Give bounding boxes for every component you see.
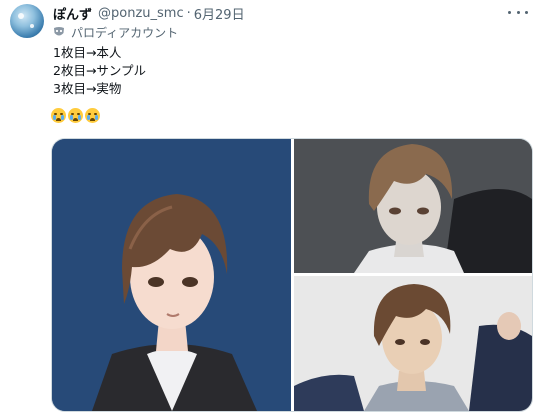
timestamp[interactable]: 6月29日 <box>194 4 245 23</box>
more-options-icon[interactable] <box>508 4 528 20</box>
emoji-row <box>51 108 100 123</box>
illustration-image[interactable] <box>52 139 291 411</box>
loudly-crying-face-icon <box>51 108 66 123</box>
display-name[interactable]: ぽんず <box>53 4 92 23</box>
separator: · <box>186 5 191 21</box>
media-grid <box>51 138 533 412</box>
tweet-line: 1枚目→本人 <box>53 45 122 60</box>
avatar[interactable] <box>10 4 44 38</box>
tweet-line: 3枚目→実物 <box>53 81 122 96</box>
parody-label-text: パロディアカウント <box>71 25 179 40</box>
avatar-highlight <box>18 13 24 19</box>
tweet-text: 1枚目→本人 2枚目→サンプル 3枚目→実物 <box>53 44 146 98</box>
handle[interactable]: @ponzu_smc <box>98 6 184 21</box>
parody-account-label: パロディアカウント <box>53 23 178 41</box>
sample-figure-image[interactable] <box>294 139 532 273</box>
tweet-line: 2枚目→サンプル <box>53 63 147 78</box>
tweet-header: ぽんず @ponzu_smc · 6月29日 <box>53 3 245 23</box>
actual-figure-image[interactable] <box>294 276 532 411</box>
mask-icon <box>54 27 64 36</box>
loudly-crying-face-icon <box>85 108 100 123</box>
loudly-crying-face-icon <box>68 108 83 123</box>
avatar-highlight <box>30 24 34 28</box>
